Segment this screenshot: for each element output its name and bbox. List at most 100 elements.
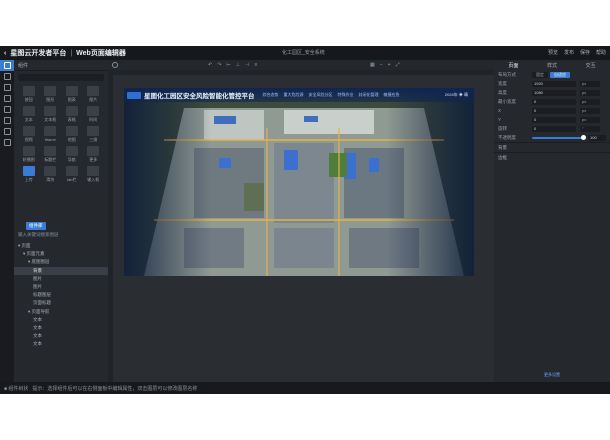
setting-icon[interactable] xyxy=(0,126,14,137)
component-item[interactable]: 导航 xyxy=(61,146,83,163)
zoom-in-icon[interactable]: + xyxy=(388,62,391,68)
tab-interaction[interactable]: 交互 xyxy=(571,62,610,69)
component-item[interactable]: 滑块 xyxy=(40,166,62,183)
property-row: 宽度 1920 px xyxy=(494,79,610,88)
preview-button[interactable]: 预览 xyxy=(548,49,558,56)
tab-page[interactable]: 页面 xyxy=(494,62,533,69)
publish-button[interactable]: 发布 xyxy=(564,49,574,56)
layer-tree-item[interactable]: 文本 xyxy=(14,324,108,332)
redo-icon[interactable]: ↷ xyxy=(217,62,221,68)
page-nav-item[interactable]: 特殊作业 xyxy=(338,92,354,98)
align-right-icon[interactable]: ⊣ xyxy=(245,62,249,68)
layers-icon[interactable] xyxy=(0,60,14,71)
plugin-icon[interactable] xyxy=(0,137,14,148)
component-thumbnail-icon xyxy=(87,106,100,116)
component-item[interactable]: 时间 xyxy=(83,106,105,123)
component-thumbnail-icon xyxy=(87,126,100,136)
component-item[interactable]: iframe xyxy=(40,126,62,143)
component-icon[interactable] xyxy=(0,71,14,82)
component-item[interactable]: 图片 xyxy=(83,86,105,103)
layer-tree-item[interactable]: ▾ 底图图层 xyxy=(14,258,108,266)
component-item[interactable]: tab栏 xyxy=(61,166,83,183)
component-item[interactable]: 地图 xyxy=(61,126,83,143)
top-actions: 预览 发布 保存 帮助 xyxy=(548,49,606,56)
page-nav-item[interactable]: 封闭化管理 xyxy=(359,92,379,98)
component-item[interactable]: 上传 xyxy=(18,166,40,183)
page-nav-item[interactable]: 重大危险源 xyxy=(284,92,304,98)
image-icon[interactable] xyxy=(0,104,14,115)
page-nav-item[interactable]: 敏捷应急 xyxy=(384,92,400,98)
alignment-tools: ↶ ↷ ⊢ ⊥ ⊣ ≡ xyxy=(208,62,257,68)
tab-style[interactable]: 样式 xyxy=(533,62,572,69)
component-thumbnail-icon xyxy=(44,146,57,156)
component-item[interactable]: 更多 xyxy=(83,146,105,163)
layer-tree-item[interactable]: ▾ 页面 xyxy=(14,242,108,250)
layer-tree-item[interactable]: ▾ 页面元素 xyxy=(14,250,108,258)
page-header-banner[interactable]: 星图化工园区安全风险智能化管控平台 综合态势 重大危险源 安全风险分区 特殊作业 封闭化… xyxy=(124,88,474,102)
component-item[interactable]: 表格 xyxy=(61,106,83,123)
property-value-input[interactable]: 1080 xyxy=(532,89,576,96)
property-unit-select[interactable]: px xyxy=(580,98,600,105)
layer-tree-item[interactable]: 图片 xyxy=(14,275,108,283)
page-nav-item[interactable]: 安全风险分区 xyxy=(309,92,333,98)
component-item[interactable]: 图表 xyxy=(61,86,83,103)
component-item[interactable]: 按钮 xyxy=(18,86,40,103)
text-icon[interactable] xyxy=(0,115,14,126)
page-artboard[interactable]: 星图化工园区安全风险智能化管控平台 综合态势 重大危险源 安全风险分区 特殊作业 封闭化… xyxy=(124,88,474,276)
property-unit-select[interactable]: ° xyxy=(580,125,600,132)
data-icon[interactable] xyxy=(0,93,14,104)
canvas-area[interactable]: 星图化工园区安全风险智能化管控平台 综合态势 重大危险源 安全风险分区 特殊作业 封闭化… xyxy=(108,70,494,394)
opacity-value[interactable]: 100 xyxy=(588,134,606,141)
layer-tree-item[interactable]: 背景 xyxy=(14,266,108,275)
border-section[interactable]: 边框 xyxy=(494,152,610,162)
page-nav-item[interactable]: 综合态势 xyxy=(263,92,279,98)
distribute-icon[interactable]: ≡ xyxy=(254,62,257,68)
opacity-slider[interactable] xyxy=(532,134,586,140)
component-item[interactable]: 文本框 xyxy=(40,106,62,123)
layer-tree-item[interactable]: 页面标题 xyxy=(14,299,108,307)
property-unit-select[interactable]: px xyxy=(580,116,600,123)
component-label: tab栏 xyxy=(66,177,77,182)
component-search-input[interactable] xyxy=(18,74,104,81)
layer-tree-item[interactable]: 文本 xyxy=(14,316,108,324)
layer-tree-item[interactable]: 文本 xyxy=(14,332,108,340)
component-item[interactable]: 轮播图 xyxy=(18,146,40,163)
component-item[interactable]: 标题栏 xyxy=(40,146,62,163)
adaptive-option[interactable]: 自适应 xyxy=(550,71,570,78)
component-item[interactable]: 三维 xyxy=(83,126,105,143)
property-unit-select[interactable]: px xyxy=(580,89,600,96)
property-value-input[interactable]: 0 xyxy=(532,107,576,114)
layer-tree-item[interactable]: ▾ 页面导航 xyxy=(14,308,108,316)
property-value-input[interactable]: 0 xyxy=(532,125,576,132)
fit-icon[interactable]: ⤢ xyxy=(396,62,400,68)
grid-icon[interactable]: ▦ xyxy=(370,62,375,68)
align-left-icon[interactable]: ⊢ xyxy=(226,62,230,68)
vertical-ruler xyxy=(108,75,113,394)
component-item[interactable]: 视频 xyxy=(18,126,40,143)
fixed-option[interactable]: 固定 xyxy=(532,71,548,78)
property-unit-select[interactable]: px xyxy=(580,80,600,87)
component-item[interactable]: 图形 xyxy=(40,86,62,103)
layer-tree-item[interactable]: 标题图层 xyxy=(14,291,108,299)
back-icon[interactable]: ‹ xyxy=(4,50,6,57)
layer-tree-item[interactable]: 图片 xyxy=(14,283,108,291)
background-section[interactable]: 背景 xyxy=(494,142,610,152)
save-button[interactable]: 保存 xyxy=(580,49,590,56)
property-value-input[interactable]: 1920 xyxy=(532,80,576,87)
component-label: 按钮 xyxy=(24,97,33,102)
property-unit-select[interactable]: px xyxy=(580,107,600,114)
layer-tree-item[interactable]: 文本 xyxy=(14,340,108,348)
help-button[interactable]: 帮助 xyxy=(596,49,606,56)
component-item[interactable]: 文本 xyxy=(18,106,40,123)
property-value-input[interactable]: 0 xyxy=(532,98,576,105)
component-item[interactable]: 输入框 xyxy=(83,166,105,183)
zoom-out-icon[interactable]: − xyxy=(380,62,383,68)
more-settings-link[interactable]: 更多设置 xyxy=(494,372,610,378)
clock-icon[interactable] xyxy=(112,62,118,68)
page-icon[interactable] xyxy=(0,82,14,93)
undo-icon[interactable]: ↶ xyxy=(208,62,212,68)
property-label: X xyxy=(498,108,502,113)
property-value-input[interactable]: 0 xyxy=(532,116,576,123)
align-center-icon[interactable]: ⊥ xyxy=(236,62,240,68)
layer-search[interactable]: 输入关键词搜索图层 xyxy=(14,232,108,240)
